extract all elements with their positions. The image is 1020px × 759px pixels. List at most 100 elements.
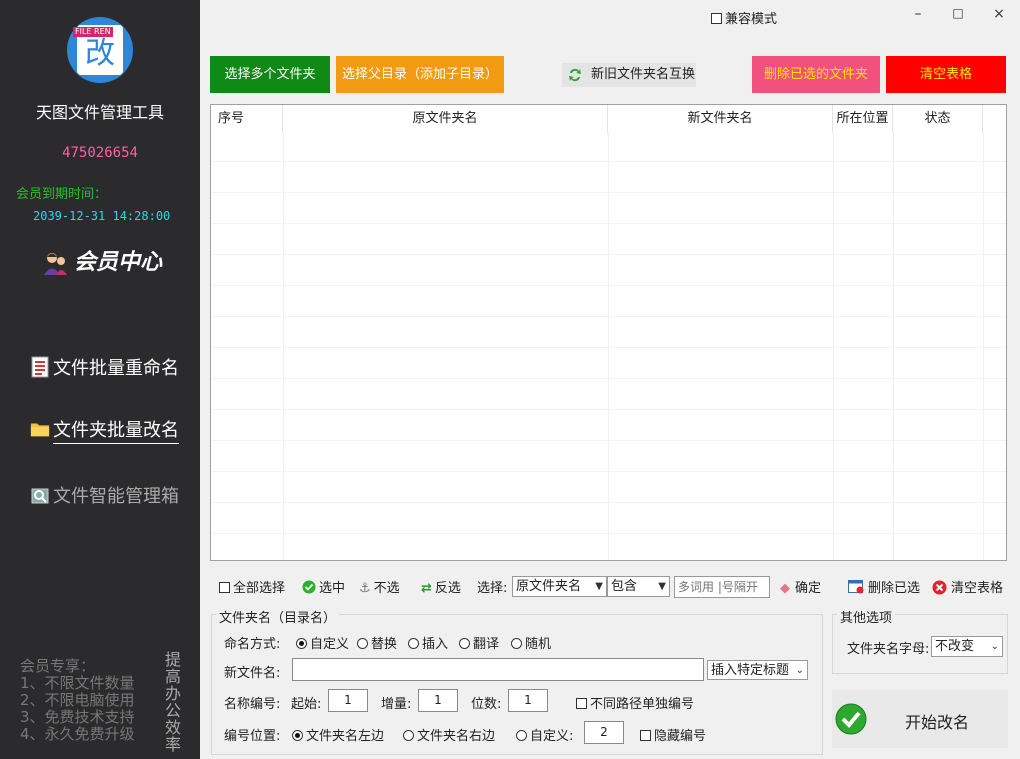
- member-center-label: 会员中心: [74, 249, 163, 275]
- expiry-value: 2039-12-31 14:28:00: [33, 209, 171, 223]
- invert-label: 反选: [434, 581, 461, 596]
- field-dropdown[interactable]: 原文件夹名 ▼: [512, 576, 607, 597]
- clear-table-button[interactable]: 清空表格: [886, 56, 1006, 93]
- mode-label-insert: 插入: [422, 637, 449, 652]
- letter-case-dropdown[interactable]: 不改变 ⌄: [931, 636, 1003, 657]
- grid-row-line: [211, 254, 1006, 255]
- start-input[interactable]: 1: [328, 689, 368, 712]
- nav-label: 文件夹批量改名: [53, 420, 179, 444]
- uncheck-button[interactable]: ⚓ 不选: [359, 577, 400, 596]
- select-all-checkbox[interactable]: 全部选择: [219, 577, 285, 596]
- app-name: 天图文件管理工具: [35, 103, 164, 122]
- folder-table[interactable]: 序号 原文件夹名 新文件夹名 所在位置 状态: [210, 104, 1007, 561]
- start-rename-button[interactable]: 开始改名: [832, 690, 1008, 748]
- checkbox-box: [576, 698, 587, 709]
- start-rename-label: 开始改名: [905, 713, 970, 732]
- checkbox-box: [219, 582, 230, 593]
- insert-title-value: 插入特定标题: [711, 663, 790, 678]
- position-radio-custom[interactable]: 自定义:: [516, 725, 573, 744]
- radio-dot: [292, 730, 303, 741]
- column-header-new-name[interactable]: 新文件夹名: [608, 105, 833, 133]
- custom-position-input[interactable]: 2: [584, 721, 624, 744]
- minimize-button[interactable]: –: [908, 6, 928, 26]
- radio-dot: [516, 730, 527, 741]
- member-center-link[interactable]: 会员中心: [42, 244, 162, 276]
- swap-names-label: 新旧文件夹名互换: [591, 67, 696, 82]
- mode-label-custom: 自定义: [310, 637, 350, 652]
- hide-number-checkbox[interactable]: 隐藏编号: [640, 725, 706, 744]
- column-header-location[interactable]: 所在位置: [833, 105, 893, 133]
- nav-smart-box[interactable]: 文件智能管理箱: [30, 482, 179, 508]
- nav-file-rename[interactable]: 文件批量重命名: [30, 354, 179, 380]
- grid-row-line: [211, 471, 1006, 472]
- mode-label-replace: 替换: [371, 637, 398, 652]
- mode-radio-insert[interactable]: 插入: [408, 633, 448, 652]
- field-dropdown-value: 原文件夹名: [516, 579, 582, 594]
- insert-title-dropdown[interactable]: 插入特定标题 ⌄: [707, 660, 808, 680]
- other-group-title: 其他选项: [837, 607, 896, 626]
- delete-selected-label: 删除已选: [868, 581, 921, 596]
- new-name-input[interactable]: [292, 658, 704, 681]
- grid-row-line: [211, 409, 1006, 410]
- match-dropdown[interactable]: 包含 ▼: [607, 576, 670, 597]
- check-circle-icon: [302, 580, 316, 594]
- position-radio-right[interactable]: 文件夹名右边: [403, 725, 495, 744]
- checkbox-box: [640, 730, 651, 741]
- grid-row-line: [211, 378, 1006, 379]
- app-logo: FILE REN 改: [67, 17, 133, 83]
- delete-selected-button[interactable]: 删除已选: [848, 577, 920, 596]
- check-label: 选中: [319, 581, 346, 596]
- radio-dot: [459, 638, 470, 649]
- expiry-label: 会员到期时间：: [16, 187, 108, 202]
- grid-row-line: [211, 440, 1006, 441]
- mode-radio-random[interactable]: 随机: [511, 633, 551, 652]
- mode-radio-translate[interactable]: 翻译: [459, 633, 499, 652]
- window-delete-icon: [848, 580, 864, 594]
- radio-dot: [403, 730, 414, 741]
- mode-label-translate: 翻译: [473, 637, 500, 652]
- delete-selected-folders-button[interactable]: 删除已选的文件夹: [752, 56, 880, 93]
- rename-group-title: 文件夹名（目录名）: [216, 607, 340, 626]
- nav-folder-rename[interactable]: 文件夹批量改名: [30, 416, 179, 444]
- check-circle-icon: [835, 703, 867, 735]
- logo-char: 改: [85, 36, 115, 71]
- hide-number-label: 隐藏编号: [654, 729, 707, 744]
- separate-path-checkbox[interactable]: 不同路径单独编号: [576, 693, 694, 712]
- document-list-icon: [31, 356, 49, 378]
- select-folders-button[interactable]: 选择多个文件夹: [210, 56, 330, 93]
- column-header-index[interactable]: 序号: [211, 105, 283, 133]
- grid-row-line: [211, 347, 1006, 348]
- invert-button[interactable]: ⇄ 反选: [421, 577, 461, 596]
- keyword-input[interactable]: [674, 576, 770, 598]
- digits-label: 位数:: [471, 697, 502, 712]
- toolbar-clear-table-button[interactable]: 清空表格: [932, 577, 1003, 596]
- numbering-label: 名称编号:: [224, 697, 281, 712]
- sidebar: FILE REN 改 天图文件管理工具 475026654 会员到期时间： 20…: [0, 0, 200, 759]
- select-parent-button[interactable]: 选择父目录（添加子目录）: [336, 56, 504, 93]
- close-button[interactable]: ×: [989, 6, 1009, 26]
- grid-row-line: [211, 285, 1006, 286]
- maximize-button[interactable]: □: [948, 6, 968, 26]
- perk-item: 3、免费技术支持: [20, 708, 135, 726]
- new-name-label: 新文件名:: [224, 666, 281, 681]
- position-custom-label: 自定义:: [530, 729, 574, 744]
- check-button[interactable]: 选中: [302, 577, 345, 596]
- confirm-button[interactable]: ◆ 确定: [780, 577, 821, 596]
- column-header-status[interactable]: 状态: [893, 105, 983, 133]
- digits-input[interactable]: 1: [508, 689, 548, 712]
- step-input[interactable]: 1: [418, 689, 458, 712]
- swap-names-button[interactable]: 新旧文件夹名互换: [562, 63, 696, 87]
- shuffle-icon: ⇄: [421, 581, 432, 596]
- compat-mode-checkbox[interactable]: 兼容模式: [711, 8, 777, 27]
- grid-row-line: [211, 502, 1006, 503]
- column-header-original-name[interactable]: 原文件夹名: [283, 105, 608, 133]
- mode-radio-replace[interactable]: 替换: [357, 633, 397, 652]
- position-radio-left[interactable]: 文件夹名左边: [292, 725, 384, 744]
- toolbar-clear-table-label: 清空表格: [951, 581, 1004, 596]
- grid-row-line: [211, 161, 1006, 162]
- chevron-down-icon: ⌄: [990, 641, 999, 652]
- chevron-down-icon: ▼: [658, 581, 666, 592]
- step-label: 增量:: [381, 697, 412, 712]
- mode-radio-custom[interactable]: 自定义: [296, 633, 349, 652]
- close-circle-icon: [932, 580, 947, 595]
